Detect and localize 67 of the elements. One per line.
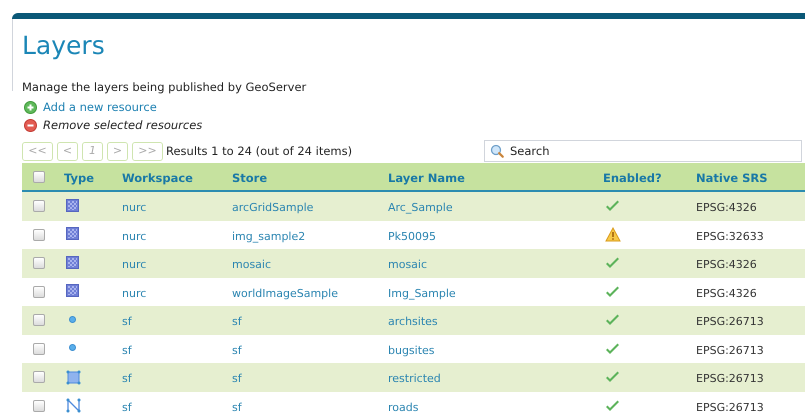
column-header[interactable]: Layer Name — [388, 170, 465, 184]
column-header[interactable]: Type — [64, 170, 94, 184]
checkbox[interactable] — [33, 371, 45, 384]
layer-link[interactable]: Img_Sample — [388, 286, 456, 300]
workspace-link[interactable]: sf — [122, 400, 132, 414]
checkbox[interactable] — [33, 200, 45, 212]
column-header[interactable]: Enabled? — [603, 170, 662, 184]
raster-grid-icon — [66, 284, 81, 300]
store-link[interactable]: worldImageSample — [232, 286, 338, 300]
workspace-link[interactable]: sf — [122, 344, 132, 357]
layer-link[interactable]: restricted — [388, 372, 441, 386]
store-link[interactable]: mosaic — [232, 258, 272, 272]
remove-link[interactable]: Remove selected resources — [43, 118, 202, 132]
srs-cell: EPSG:4326 — [696, 258, 757, 272]
layer-link[interactable]: Arc_Sample — [388, 201, 453, 214]
column-header[interactable]: Store — [232, 170, 268, 184]
page-description: Manage the layers being published by GeoServer — [22, 80, 306, 94]
checkbox[interactable] — [33, 286, 45, 298]
store-link[interactable]: sf — [232, 400, 242, 414]
srs-cell: EPSG:26713 — [696, 344, 764, 357]
srs-cell: EPSG:26713 — [696, 372, 764, 386]
srs-cell: EPSG:26713 — [696, 315, 764, 328]
column-header[interactable]: Native SRS — [696, 170, 768, 184]
layer-link[interactable]: roads — [388, 400, 418, 414]
pager-button[interactable]: < — [57, 142, 78, 161]
store-link[interactable]: sf — [232, 315, 242, 328]
raster-grid-icon — [66, 256, 81, 271]
column-header[interactable]: Workspace — [122, 170, 193, 184]
checkbox[interactable] — [33, 170, 45, 182]
layer-link[interactable]: mosaic — [388, 258, 428, 272]
workspace-link[interactable]: sf — [122, 372, 132, 386]
srs-cell: EPSG:26713 — [696, 400, 764, 414]
workspace-link[interactable]: nurc — [122, 230, 146, 243]
srs-cell: EPSG:4326 — [696, 286, 757, 300]
checkbox[interactable] — [33, 314, 45, 326]
line-icon — [66, 398, 81, 414]
search-icon — [490, 144, 504, 158]
search-field[interactable]: Search — [484, 140, 802, 162]
srs-cell: EPSG:4326 — [696, 201, 757, 214]
workspace-link[interactable]: nurc — [122, 258, 146, 272]
store-link[interactable]: img_sample2 — [232, 230, 306, 243]
srs-cell: EPSG:32633 — [696, 230, 764, 243]
checkbox[interactable] — [33, 400, 45, 412]
pager-button[interactable]: 1 — [82, 142, 103, 161]
layer-link[interactable]: archsites — [388, 315, 438, 328]
checkbox[interactable] — [33, 228, 45, 241]
remove-icon — [24, 118, 37, 132]
store-link[interactable]: sf — [232, 372, 242, 386]
workspace-link[interactable]: nurc — [122, 286, 146, 300]
layer-link[interactable]: bugsites — [388, 344, 435, 357]
store-link[interactable]: arcGridSample — [232, 201, 314, 214]
pager-button[interactable]: >> — [132, 142, 163, 161]
store-link[interactable]: sf — [232, 344, 242, 357]
add-link[interactable]: Add a new resource — [43, 100, 157, 114]
results-summary: Results 1 to 24 (out of 24 items) — [166, 142, 352, 160]
polygon-icon — [66, 370, 81, 385]
raster-grid-icon — [66, 198, 81, 214]
checkbox[interactable] — [33, 342, 45, 355]
add-icon — [24, 100, 37, 114]
workspace-link[interactable]: sf — [122, 315, 132, 328]
raster-grid-icon — [66, 227, 81, 242]
layer-link[interactable]: Pk50095 — [388, 230, 436, 243]
checkbox[interactable] — [33, 257, 45, 270]
pager-button[interactable]: << — [22, 142, 53, 161]
page-title: Layers — [22, 31, 105, 61]
workspace-link[interactable]: nurc — [122, 201, 146, 214]
pager-button[interactable]: > — [107, 142, 128, 161]
